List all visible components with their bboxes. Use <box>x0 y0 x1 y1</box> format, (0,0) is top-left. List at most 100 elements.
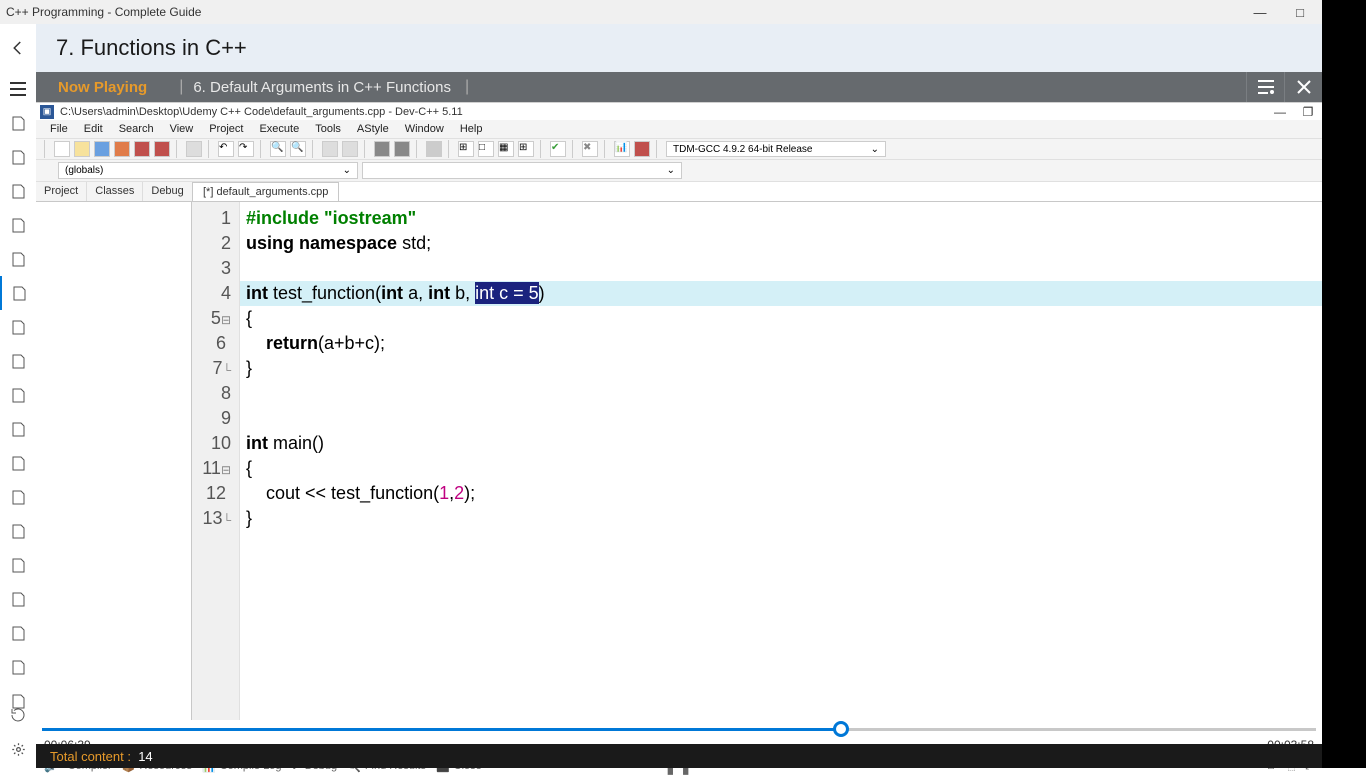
footer-label: Total content : <box>50 749 131 764</box>
playlist-icon[interactable] <box>1246 72 1284 102</box>
code-editor[interactable]: #include "iostream" using namespace std;… <box>240 202 1322 720</box>
maximize-button[interactable]: □ <box>1280 0 1320 24</box>
tool-chart[interactable]: 📊 <box>614 141 630 157</box>
tool-bug[interactable] <box>634 141 650 157</box>
menu-help[interactable]: Help <box>452 123 491 135</box>
doc-icon-5[interactable] <box>0 242 36 276</box>
tool-saveall[interactable] <box>114 141 130 157</box>
doc-icon-12[interactable] <box>0 480 36 514</box>
doc-icon-2[interactable] <box>0 140 36 174</box>
devcpp-file-path: C:\Users\admin\Desktop\Udemy C++ Code\de… <box>60 106 463 118</box>
menu-search[interactable]: Search <box>111 123 162 135</box>
now-playing-bar: Now Playing | 6. Default Arguments in C+… <box>36 72 1322 102</box>
menu-window[interactable]: Window <box>397 123 452 135</box>
devcpp-maximize-button[interactable]: ❐ <box>1294 105 1322 119</box>
chapter-header: 7. Functions in C++ <box>36 24 1322 72</box>
progress-thumb[interactable] <box>833 721 849 737</box>
footer-count: 14 <box>138 749 152 764</box>
tool-grid4[interactable]: ⊞ <box>518 141 534 157</box>
line-number: 13└ <box>192 506 239 531</box>
doc-icon-16[interactable] <box>0 616 36 650</box>
footer-bar: Total content : 14 <box>36 744 1322 768</box>
tool-print[interactable] <box>186 141 202 157</box>
doc-icon-11[interactable] <box>0 446 36 480</box>
compiler-dropdown[interactable]: TDM-GCC 4.9.2 64-bit Release ⌄ <box>666 141 886 157</box>
selected-text: int c = 5 <box>475 282 539 304</box>
tool-grid2[interactable]: □ <box>478 141 494 157</box>
doc-icon-4[interactable] <box>0 208 36 242</box>
line-number: 8 <box>192 381 239 406</box>
tool-compile[interactable] <box>322 141 338 157</box>
chapter-title: 7. Functions in C++ <box>46 35 247 61</box>
doc-icon-9[interactable] <box>0 378 36 412</box>
video-progress-bar[interactable] <box>42 722 1316 736</box>
menu-tools[interactable]: Tools <box>307 123 349 135</box>
menu-edit[interactable]: Edit <box>76 123 111 135</box>
chevron-down-icon: ⌄ <box>343 165 351 176</box>
separator: | <box>179 78 183 96</box>
line-number: 7└ <box>192 356 239 381</box>
line-number: 10 <box>192 431 239 456</box>
tool-close[interactable] <box>154 141 170 157</box>
recent-icon[interactable] <box>0 698 36 732</box>
doc-icon-13[interactable] <box>0 514 36 548</box>
doc-icon-1[interactable] <box>0 106 36 140</box>
menu-view[interactable]: View <box>162 123 202 135</box>
menu-file[interactable]: File <box>42 123 76 135</box>
tool-save[interactable] <box>94 141 110 157</box>
editor-tab[interactable]: [*] default_arguments.cpp <box>192 182 339 201</box>
line-number: 3 <box>192 256 239 281</box>
tool-grid3[interactable]: ▦ <box>498 141 514 157</box>
side-tab-project[interactable]: Project <box>36 182 87 201</box>
doc-icon-10[interactable] <box>0 412 36 446</box>
tool-grid1[interactable]: ⊞ <box>458 141 474 157</box>
devcpp-app-icon: ▣ <box>40 105 54 119</box>
settings-icon[interactable] <box>0 732 36 766</box>
tool-new[interactable] <box>54 141 70 157</box>
doc-icon-6-active[interactable] <box>0 276 36 310</box>
doc-icon-17[interactable] <box>0 650 36 684</box>
menu-icon[interactable] <box>0 72 36 106</box>
devcpp-side-panel <box>36 202 192 720</box>
line-number: 4 <box>192 281 239 306</box>
menu-project[interactable]: Project <box>201 123 251 135</box>
tool-redo[interactable]: ↷ <box>238 141 254 157</box>
doc-icon-3[interactable] <box>0 174 36 208</box>
tool-btn-a[interactable] <box>374 141 390 157</box>
close-nowplaying-icon[interactable] <box>1284 72 1322 102</box>
chevron-down-icon: ⌄ <box>871 144 879 155</box>
devcpp-minimize-button[interactable]: — <box>1266 105 1294 119</box>
back-icon[interactable] <box>0 24 36 72</box>
doc-icon-8[interactable] <box>0 344 36 378</box>
tool-x[interactable]: ✖ <box>582 141 598 157</box>
menu-astyle[interactable]: AStyle <box>349 123 397 135</box>
line-number-gutter: 1 2 3 4 5⊟ 6 7└ 8 9 10 11⊟ 12 13└ <box>192 202 240 720</box>
member-dropdown[interactable]: ⌄ <box>362 162 682 179</box>
side-tab-debug[interactable]: Debug <box>143 182 192 201</box>
tool-find[interactable]: 🔍 <box>270 141 286 157</box>
compiler-selection-label: TDM-GCC 4.9.2 64-bit Release <box>673 144 813 155</box>
minimize-button[interactable]: — <box>1240 0 1280 24</box>
scope-selection-label: (globals) <box>65 165 103 176</box>
tool-undo[interactable]: ↶ <box>218 141 234 157</box>
tool-replace[interactable]: 🔍 <box>290 141 306 157</box>
scope-dropdown[interactable]: (globals) ⌄ <box>58 162 358 179</box>
doc-icon-14[interactable] <box>0 548 36 582</box>
progress-fill <box>42 728 841 731</box>
devcpp-menubar: File Edit Search View Project Execute To… <box>36 120 1322 138</box>
tool-btn-b[interactable] <box>394 141 410 157</box>
tool-check[interactable]: ✔ <box>550 141 566 157</box>
doc-icon-15[interactable] <box>0 582 36 616</box>
tool-open[interactable] <box>74 141 90 157</box>
tool-saveas[interactable] <box>134 141 150 157</box>
tool-run[interactable] <box>342 141 358 157</box>
line-number: 2 <box>192 231 239 256</box>
menu-execute[interactable]: Execute <box>251 123 307 135</box>
side-tab-classes[interactable]: Classes <box>87 182 143 201</box>
tool-btn-c[interactable] <box>426 141 442 157</box>
chevron-down-icon: ⌄ <box>667 165 675 176</box>
editor-tab-label: [*] default_arguments.cpp <box>203 186 328 198</box>
window-titlebar: C++ Programming - Complete Guide — □ ✕ <box>0 0 1366 24</box>
line-number: 6 <box>192 331 239 356</box>
doc-icon-7[interactable] <box>0 310 36 344</box>
